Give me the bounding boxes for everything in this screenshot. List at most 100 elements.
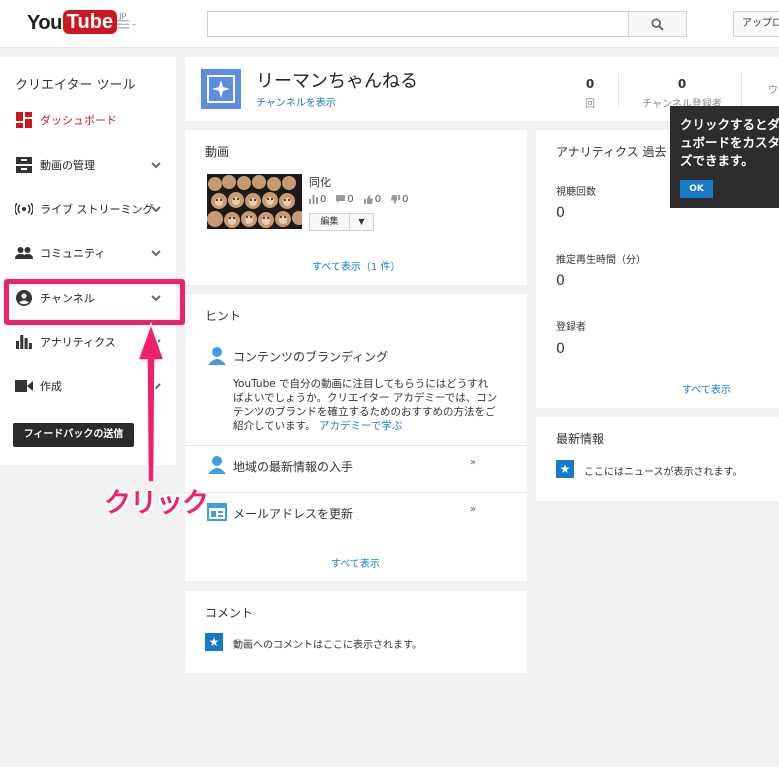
- logo-you-text: You: [27, 12, 62, 34]
- expand-icon[interactable]: »: [470, 457, 476, 468]
- likes-count: 0: [374, 194, 382, 205]
- views-count: 0: [320, 194, 327, 205]
- guide-menu-icon[interactable]: [117, 17, 139, 31]
- news-card: 最新情報 ★ ここにはニュースが表示されます。: [536, 417, 779, 501]
- sidebar-item-label: 作成: [40, 380, 62, 393]
- stat-divider: [741, 73, 742, 107]
- sidebar-item-label: 動画の管理: [40, 159, 95, 172]
- sidebar-item-label: アナリティクス: [40, 336, 116, 349]
- metric-value: 0: [556, 341, 565, 357]
- comment-icon: [336, 195, 346, 203]
- card-title: アナリティクス 過去: [556, 145, 667, 159]
- metric-label: 登録者: [556, 322, 586, 333]
- chevron-down-icon: [151, 206, 161, 213]
- stat-label: 回: [585, 99, 595, 110]
- comments-count: 0: [347, 194, 354, 205]
- search-button[interactable]: [628, 11, 687, 37]
- sidebar-item-dashboard[interactable]: ダッシュボード: [0, 105, 176, 135]
- email-template-icon: [207, 503, 227, 521]
- top-header: You Tube JP アップロード: [0, 0, 779, 48]
- customize-tooltip: クリックするとダ ュボードをカスタ ズできます。 OK: [670, 106, 779, 208]
- youtube-logo[interactable]: You Tube JP: [27, 10, 126, 36]
- video-title-link[interactable]: 同化: [309, 174, 331, 190]
- dislikes-stat: 0: [391, 194, 409, 205]
- video-stats: 0 0 0 0: [309, 194, 409, 205]
- edit-video-button[interactable]: 編集 ▼: [309, 213, 374, 231]
- see-all-analytics-link[interactable]: すべて表示: [682, 381, 731, 396]
- search-icon: [651, 17, 664, 31]
- sidebar-item-label: ライブ ストリーミング: [40, 203, 154, 216]
- thumbs-down-icon: [391, 195, 401, 204]
- star-icon: ★: [556, 460, 574, 478]
- metric-value: 0: [556, 273, 565, 289]
- academy-link[interactable]: アカデミーで学ぶ: [319, 420, 402, 432]
- stat-label: ウ: [768, 85, 778, 96]
- person-icon: [208, 456, 226, 474]
- stat-divider: [618, 73, 619, 107]
- stat-value: 0: [677, 77, 687, 91]
- card-title: 最新情報: [556, 432, 605, 446]
- view-channel-link[interactable]: チャンネルを表示: [256, 94, 336, 109]
- community-icon: [15, 244, 33, 262]
- metric-label: 推定再生時間（分）: [556, 255, 646, 266]
- dashboard-icon: [15, 111, 33, 129]
- stat-value: 0: [585, 77, 595, 91]
- bar-chart-icon: [309, 195, 318, 204]
- comments-empty-message: 動画へのコメントはここに表示されます。: [233, 640, 422, 651]
- channel-avatar[interactable]: [201, 69, 241, 109]
- star-icon: ★: [205, 633, 223, 651]
- videos-card: 動画 同化 0 0 0 0 編集 ▼ すべて表示（1 件）: [185, 130, 527, 285]
- card-title: ヒント: [205, 309, 242, 323]
- news-empty-message: ここにはニュースが表示されます。: [584, 467, 743, 478]
- video-thumbnail[interactable]: [207, 174, 302, 229]
- send-feedback-button[interactable]: フィードバックの送信: [13, 423, 134, 447]
- tooltip-line: ュボードをカスタ: [680, 135, 779, 150]
- chevron-down-icon: [151, 162, 161, 169]
- sidebar-item-live-streaming[interactable]: ライブ ストリーミング: [0, 194, 176, 224]
- search-input[interactable]: [207, 11, 629, 37]
- edit-button-label: 編集: [310, 214, 350, 230]
- likes-stat: 0: [363, 194, 382, 205]
- sidebar-item-video-manager[interactable]: 動画の管理: [0, 150, 176, 180]
- person-icon: [208, 347, 226, 365]
- sidebar-item-label: コミュニティ: [40, 247, 106, 260]
- chevron-down-icon: [151, 250, 161, 257]
- sidebar-item-community[interactable]: コミュニティ: [0, 238, 176, 268]
- channel-highlight-box: [4, 279, 185, 325]
- tooltip-ok-button[interactable]: OK: [680, 180, 713, 198]
- see-all-hints-link[interactable]: すべて表示: [331, 555, 380, 570]
- expand-icon[interactable]: »: [470, 504, 476, 515]
- hint-title[interactable]: コンテンツのブランディング: [233, 348, 388, 365]
- divider: [185, 445, 527, 446]
- live-streaming-icon: [15, 200, 33, 218]
- channel-name: リーマンちゃんねる: [256, 71, 418, 92]
- dislikes-count: 0: [402, 194, 409, 205]
- hint-title[interactable]: 地域の最新情報の入手: [233, 458, 353, 475]
- card-title: コメント: [205, 606, 254, 620]
- upload-button[interactable]: アップロード: [733, 11, 779, 37]
- metric-label: 視聴回数: [556, 187, 596, 198]
- thumbs-up-icon: [363, 195, 373, 204]
- hint-title[interactable]: メールアドレスを更新: [233, 505, 353, 522]
- stat-views: 0 回: [575, 77, 605, 110]
- hint-body: YouTube で自分の動画に注目してもらうにはどうすればよいでしょうか。クリエ…: [233, 377, 498, 433]
- views-stat: 0: [309, 194, 326, 205]
- divider: [185, 492, 527, 493]
- sidebar-item-label: ダッシュボード: [40, 114, 117, 127]
- hints-card: ヒント コンテンツのブランディング YouTube で自分の動画に注目してもらう…: [185, 294, 527, 581]
- comments-card: コメント ★ 動画へのコメントはここに表示されます。: [185, 591, 527, 673]
- click-annotation-label: クリック: [104, 488, 209, 519]
- sidebar-title: クリエイター ツール: [15, 78, 136, 93]
- comments-stat: 0: [336, 194, 354, 205]
- analytics-icon: [15, 333, 33, 351]
- logo-tube-text: Tube: [62, 10, 118, 34]
- caret-down-icon[interactable]: ▼: [350, 214, 373, 230]
- tooltip-line: ズできます。: [680, 153, 754, 168]
- stat-third: ウ: [763, 77, 779, 96]
- see-all-videos-link[interactable]: すべて表示（1 件）: [312, 258, 400, 273]
- video-manager-icon: [15, 156, 33, 174]
- up-arrow-annotation: [136, 322, 166, 483]
- card-title: 動画: [205, 145, 230, 159]
- tooltip-line: クリックするとダ: [680, 117, 779, 132]
- create-icon: [15, 377, 33, 395]
